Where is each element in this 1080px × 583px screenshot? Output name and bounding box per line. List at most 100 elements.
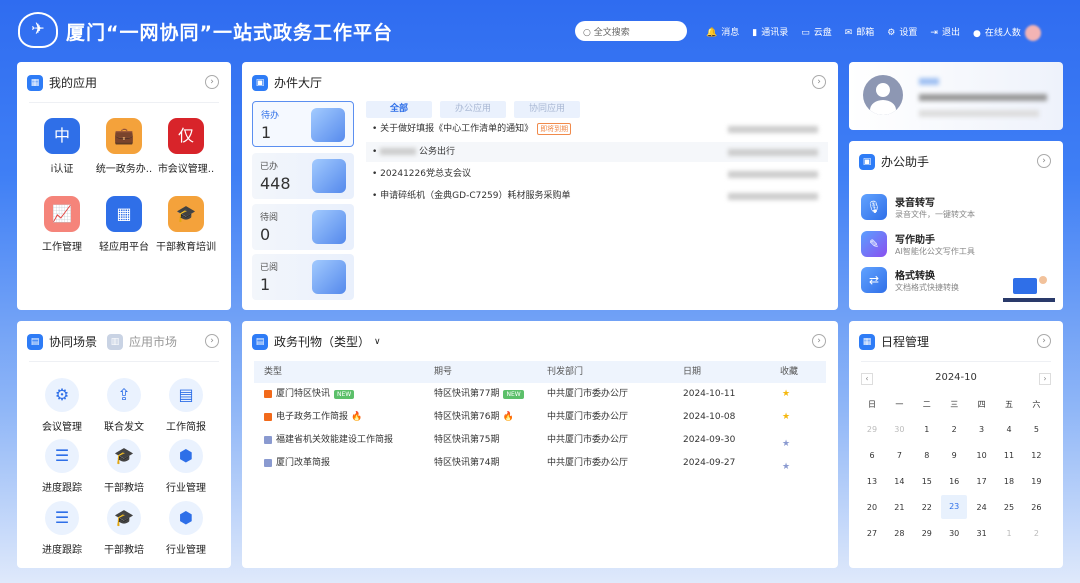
avatar[interactable] [863, 75, 903, 115]
calendar-day[interactable]: 3 [969, 425, 995, 434]
calendar-day[interactable]: 7 [886, 451, 912, 460]
col-dept: 刊发部门 [547, 367, 584, 377]
task-tile[interactable]: 已办 448 [252, 153, 354, 199]
calendar-day[interactable]: 29 [914, 529, 940, 538]
calendar-day[interactable]: 26 [1023, 503, 1049, 512]
more-button[interactable]: › [1037, 154, 1051, 168]
nav-mail[interactable]: ✉ 邮箱 [845, 25, 875, 41]
scene-item[interactable]: ⚙ 会议管理 [32, 378, 92, 433]
scene-item[interactable]: ▤ 工作简报 [156, 378, 216, 433]
task-item[interactable]: • 关于做好填报《中心工作清单的通知》 即将到期 [366, 119, 828, 139]
scene-item[interactable]: ⬢ 行业管理 [156, 439, 216, 494]
nav-gear[interactable]: ⚙ 设置 [887, 25, 917, 41]
calendar-day[interactable]: 2 [1023, 529, 1049, 538]
calendar-day[interactable]: 13 [859, 477, 885, 486]
weekday-label: 四 [977, 400, 986, 409]
tab-office-apps[interactable]: 办公应用 [440, 101, 506, 118]
calendar-day[interactable]: 17 [969, 477, 995, 486]
nav-cloud-disk[interactable]: ▭ 云盘 [801, 25, 832, 41]
calendar-day[interactable]: 1 [996, 529, 1022, 538]
calendar-day[interactable]: 31 [969, 529, 995, 538]
calendar-day[interactable]: 20 [859, 503, 885, 512]
app-tile[interactable]: ▦ 轻应用平台 [89, 196, 159, 253]
scene-item[interactable]: 🎓 干部教培 [94, 439, 154, 494]
calendar-day[interactable]: 30 [886, 425, 912, 434]
calendar-day[interactable]: 24 [969, 503, 995, 512]
chevron-down-icon[interactable]: ∨ [374, 337, 381, 347]
scene-item[interactable]: ⬢ 行业管理 [156, 501, 216, 556]
task-tile[interactable]: 待办 1 [252, 101, 354, 147]
user-icon: ● [972, 28, 981, 39]
gear-icon: ⚙ [887, 28, 896, 38]
star-icon[interactable]: ★ [782, 456, 790, 478]
calendar-day[interactable]: 11 [996, 451, 1022, 460]
calendar-day[interactable]: 14 [886, 477, 912, 486]
task-item[interactable]: • 20241226党总支会议 [366, 164, 828, 184]
search-input[interactable]: ○ 全文搜索 [575, 21, 687, 41]
calendar-day[interactable]: 12 [1023, 451, 1049, 460]
app-tile[interactable]: 💼 统一政务办.. [89, 118, 159, 175]
calendar-day[interactable]: 28 [886, 529, 912, 538]
panel-title[interactable]: 政务刊物（类型） [274, 333, 370, 350]
calendar-day[interactable]: 18 [996, 477, 1022, 486]
calendar-day[interactable]: 21 [886, 503, 912, 512]
scene-item[interactable]: ☰ 进度跟踪 [32, 501, 92, 556]
app-tile[interactable]: 🎓 干部教育培训 [151, 196, 221, 253]
calendar-day[interactable]: 10 [969, 451, 995, 460]
tool-convert[interactable]: ⇄ 格式转换 文档格式快捷转换 [861, 267, 959, 293]
task-item[interactable]: • 公务出行 [366, 142, 828, 162]
table-row[interactable]: 电子政务工作简报 🔥 特区快讯第76期 🔥 中共厦门市委办公厅 2024-10-08… [254, 406, 826, 428]
calendar-day[interactable]: 30 [941, 529, 967, 538]
more-button[interactable]: › [205, 334, 219, 348]
nav-logout[interactable]: ⇥ 退出 [930, 25, 960, 41]
calendar-day[interactable]: 27 [859, 529, 885, 538]
star-icon[interactable]: ★ [782, 406, 790, 428]
calendar-day[interactable]: 29 [859, 425, 885, 434]
app-tile[interactable]: 中 i认证 [27, 118, 97, 175]
calendar-day[interactable]: 6 [859, 451, 885, 460]
calendar-day[interactable]: 4 [996, 425, 1022, 434]
scene-item[interactable]: ⇪ 联合发文 [94, 378, 154, 433]
table-row[interactable]: 厦门改革简报 特区快讯第74期 中共厦门市委办公厅 2024-09-27 ★ [254, 452, 826, 474]
task-tile[interactable]: 已阅 1 [252, 254, 354, 300]
app-tile[interactable]: 仅市会议管理.. [151, 118, 221, 175]
nav-bell[interactable]: 🔔 消息 [706, 25, 739, 41]
tab-scenes[interactable]: 协同场景 [49, 333, 97, 350]
task-item[interactable]: • 申请碎纸机（金典GD-C7259）耗材服务采购单 [366, 186, 828, 206]
nav-user[interactable]: ● 在线人数 [973, 25, 1041, 41]
calendar-day[interactable]: 2 [941, 425, 967, 434]
tile-illustration-icon [312, 210, 346, 244]
more-button[interactable]: › [812, 75, 826, 89]
calendar-day[interactable]: 9 [941, 451, 967, 460]
cloud-disk-icon: ▭ [801, 28, 810, 38]
calendar-day[interactable]: 1 [914, 425, 940, 434]
more-button[interactable]: › [1037, 334, 1051, 348]
calendar-day[interactable]: 25 [996, 503, 1022, 512]
task-tile[interactable]: 待阅 0 [252, 204, 354, 250]
scene-item[interactable]: 🎓 干部教培 [94, 501, 154, 556]
tool-writing[interactable]: ✎ 写作助手 AI智能化公文写作工具 [861, 231, 975, 257]
calendar-day[interactable]: 15 [914, 477, 940, 486]
calendar-day-today[interactable]: 23 [941, 495, 968, 519]
tool-desc: 录音文件，一键转文本 [895, 210, 975, 219]
calendar-day[interactable]: 8 [914, 451, 940, 460]
table-row[interactable]: 厦门特区快讯 NEW 特区快讯第77期 NEW 中共厦门市委办公厅 2024-10-… [254, 383, 826, 405]
tool-transcribe[interactable]: 🎙 录音转写 录音文件，一键转文本 [861, 194, 975, 220]
tab-market[interactable]: 应用市场 [129, 333, 177, 350]
more-button[interactable]: › [812, 334, 826, 348]
tab-collab-apps[interactable]: 协同应用 [514, 101, 580, 118]
table-row[interactable]: 福建省机关效能建设工作简报 特区快讯第75期 中共厦门市委办公厅 2024-09… [254, 429, 826, 451]
calendar-day[interactable]: 5 [1023, 425, 1049, 434]
calendar-day[interactable]: 22 [914, 503, 940, 512]
next-month-button[interactable]: › [1039, 373, 1051, 385]
calendar-day[interactable]: 16 [941, 477, 967, 486]
calendar-day[interactable]: 19 [1023, 477, 1049, 486]
nav-contacts[interactable]: ▮ 通讯录 [752, 25, 788, 41]
tab-all[interactable]: 全部 [366, 101, 432, 118]
assistant-panel: ▣ 办公助手 › 🎙 录音转写 录音文件，一键转文本 ✎ 写作助手 AI智能化公文写作工具… [849, 141, 1063, 310]
scene-label: 进度跟踪 [42, 545, 82, 556]
star-icon[interactable]: ★ [782, 383, 790, 405]
more-button[interactable]: › [205, 75, 219, 89]
app-tile[interactable]: 📈 工作管理 [27, 196, 97, 253]
scene-item[interactable]: ☰ 进度跟踪 [32, 439, 92, 494]
